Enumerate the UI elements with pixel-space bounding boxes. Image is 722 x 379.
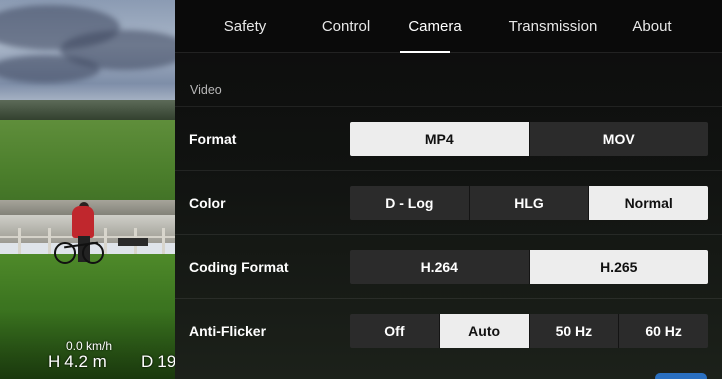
color-segmented-control: D - Log HLG Normal [350,186,708,220]
format-option-mp4[interactable]: MP4 [350,122,529,156]
person [72,206,94,238]
setting-label: Anti-Flicker [189,323,267,339]
green-field [0,120,175,212]
setting-row-format: Format MP4 MOV [175,106,722,170]
anti-flicker-option-off[interactable]: Off [350,314,439,348]
camera-preview: 0.0 km/h H 4.2 m D 19 [0,0,175,379]
anti-flicker-segmented-control: Off Auto 50 Hz 60 Hz [350,314,708,348]
section-title-video: Video [190,83,222,97]
treeline [0,100,175,122]
format-segmented-control: MP4 MOV [350,122,708,156]
coding-format-option-h264[interactable]: H.264 [350,250,529,284]
tab-safety[interactable]: Safety [205,0,285,53]
sky-cloud [0,55,100,83]
anti-flicker-option-50hz[interactable]: 50 Hz [528,314,619,348]
distance-readout: D 19 [141,352,175,371]
coding-format-segmented-control: H.264 H.265 [350,250,708,284]
coding-format-option-h265[interactable]: H.265 [528,250,708,284]
tab-control[interactable]: Control [305,0,387,53]
anti-flicker-option-60hz[interactable]: 60 Hz [618,314,708,348]
color-option-dlog[interactable]: D - Log [350,186,469,220]
tab-about[interactable]: About [621,0,683,53]
setting-row-color: Color D - Log HLG Normal [175,170,722,234]
settings-tab-bar: Safety Control Camera Transmission About [175,0,722,53]
settings-panel: Safety Control Camera Transmission About… [175,0,722,379]
tab-transmission[interactable]: Transmission [497,0,609,53]
setting-row-coding-format: Coding Format H.264 H.265 [175,234,722,298]
active-tab-indicator [400,51,450,53]
color-option-hlg[interactable]: HLG [468,186,589,220]
setting-row-anti-flicker: Anti-Flicker Off Auto 50 Hz 60 Hz [175,298,722,362]
scroll-indicator[interactable] [655,373,707,379]
tab-camera[interactable]: Camera [397,0,473,53]
speed-readout: 0.0 km/h [66,339,113,353]
format-option-mov[interactable]: MOV [528,122,709,156]
anti-flicker-option-auto[interactable]: Auto [438,314,529,348]
color-option-normal[interactable]: Normal [588,186,708,220]
height-readout: H 4.2 m [48,352,107,371]
dock [118,238,148,246]
